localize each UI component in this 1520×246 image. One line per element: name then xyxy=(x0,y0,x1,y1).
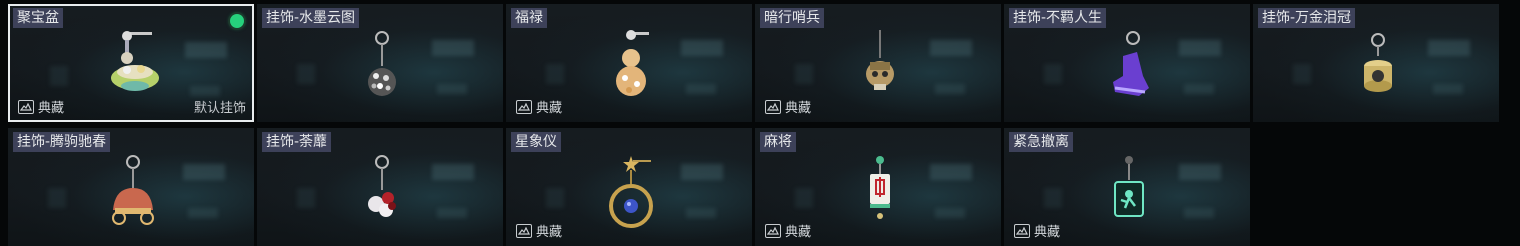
collection-icon xyxy=(516,223,532,238)
collection-icon xyxy=(516,99,532,114)
charm-tile[interactable]: 紧急撤离 典藏 xyxy=(1004,128,1250,246)
collection-label: 典藏 xyxy=(785,101,812,116)
charm-tile[interactable]: 暗行哨兵 典藏 xyxy=(755,4,1001,122)
disco-ball-charm-icon xyxy=(368,31,396,96)
gold-coin-stack-charm-icon xyxy=(1364,33,1392,92)
charm-name: 暗行哨兵 xyxy=(760,8,824,28)
collection-badge: 典藏 xyxy=(1014,221,1060,240)
collection-icon xyxy=(765,99,781,114)
charm-name: 挂饰-腾驹驰春 xyxy=(13,132,111,152)
charm-name: 挂饰-水墨云图 xyxy=(262,8,360,28)
charm-name: 星象仪 xyxy=(511,132,561,152)
charm-tile[interactable]: 聚宝盆 典藏 默认挂饰 xyxy=(8,4,254,122)
charm-name: 挂饰-万金泪冠 xyxy=(1258,8,1356,28)
default-charm-tag: 默认挂饰 xyxy=(193,101,246,116)
emergency-exit-charm-icon xyxy=(1114,156,1144,217)
charm-tile[interactable]: 挂饰-不羁人生 xyxy=(1004,4,1250,122)
charm-grid: 聚宝盆 典藏 默认挂饰 挂饰-水墨云图 福禄 典藏 暗行哨兵 典藏 挂饰-不羁人… xyxy=(0,0,1520,246)
collection-label: 典藏 xyxy=(785,225,812,240)
equipped-indicator xyxy=(230,14,244,28)
collection-badge: 典藏 xyxy=(765,221,811,240)
charm-tile[interactable]: 挂饰-荼蘼 xyxy=(257,128,503,246)
collection-badge: 典藏 xyxy=(765,97,811,116)
charm-tile[interactable]: 星象仪 典藏 xyxy=(506,128,752,246)
collection-icon xyxy=(1014,223,1030,238)
collection-badge: 典藏 xyxy=(18,97,64,116)
collection-label: 典藏 xyxy=(38,101,65,116)
charm-tile[interactable]: 福禄 典藏 xyxy=(506,4,752,122)
collection-badge: 典藏 xyxy=(516,97,562,116)
treasure-bowl-charm-icon xyxy=(111,31,159,91)
astrolabe-charm-icon xyxy=(609,156,653,228)
collection-label: 典藏 xyxy=(536,101,563,116)
collection-badge: 典藏 xyxy=(516,221,562,240)
charm-name: 挂饰-不羁人生 xyxy=(1009,8,1107,28)
charm-tile[interactable]: 挂饰-腾驹驰春 xyxy=(8,128,254,246)
charm-tile[interactable]: 挂饰-水墨云图 xyxy=(257,4,503,122)
collection-icon xyxy=(18,99,34,114)
mahjong-tile-charm-icon xyxy=(870,156,890,219)
collection-icon xyxy=(765,223,781,238)
sentinel-skull-charm-icon xyxy=(866,30,894,90)
gourd-charm-icon xyxy=(616,30,649,96)
purple-sneaker-charm-icon xyxy=(1113,31,1149,96)
flower-charm-icon xyxy=(368,155,396,217)
collection-label: 典藏 xyxy=(1034,225,1061,240)
charm-name: 福禄 xyxy=(511,8,547,28)
charm-name: 紧急撤离 xyxy=(1009,132,1073,152)
charm-name: 麻将 xyxy=(760,132,796,152)
charm-name: 聚宝盆 xyxy=(13,8,63,28)
carriage-charm-icon xyxy=(112,155,154,225)
charm-tile[interactable]: 麻将 典藏 xyxy=(755,128,1001,246)
charm-name: 挂饰-荼蘼 xyxy=(262,132,332,152)
charm-tile[interactable]: 挂饰-万金泪冠 xyxy=(1253,4,1499,122)
collection-label: 典藏 xyxy=(536,225,563,240)
